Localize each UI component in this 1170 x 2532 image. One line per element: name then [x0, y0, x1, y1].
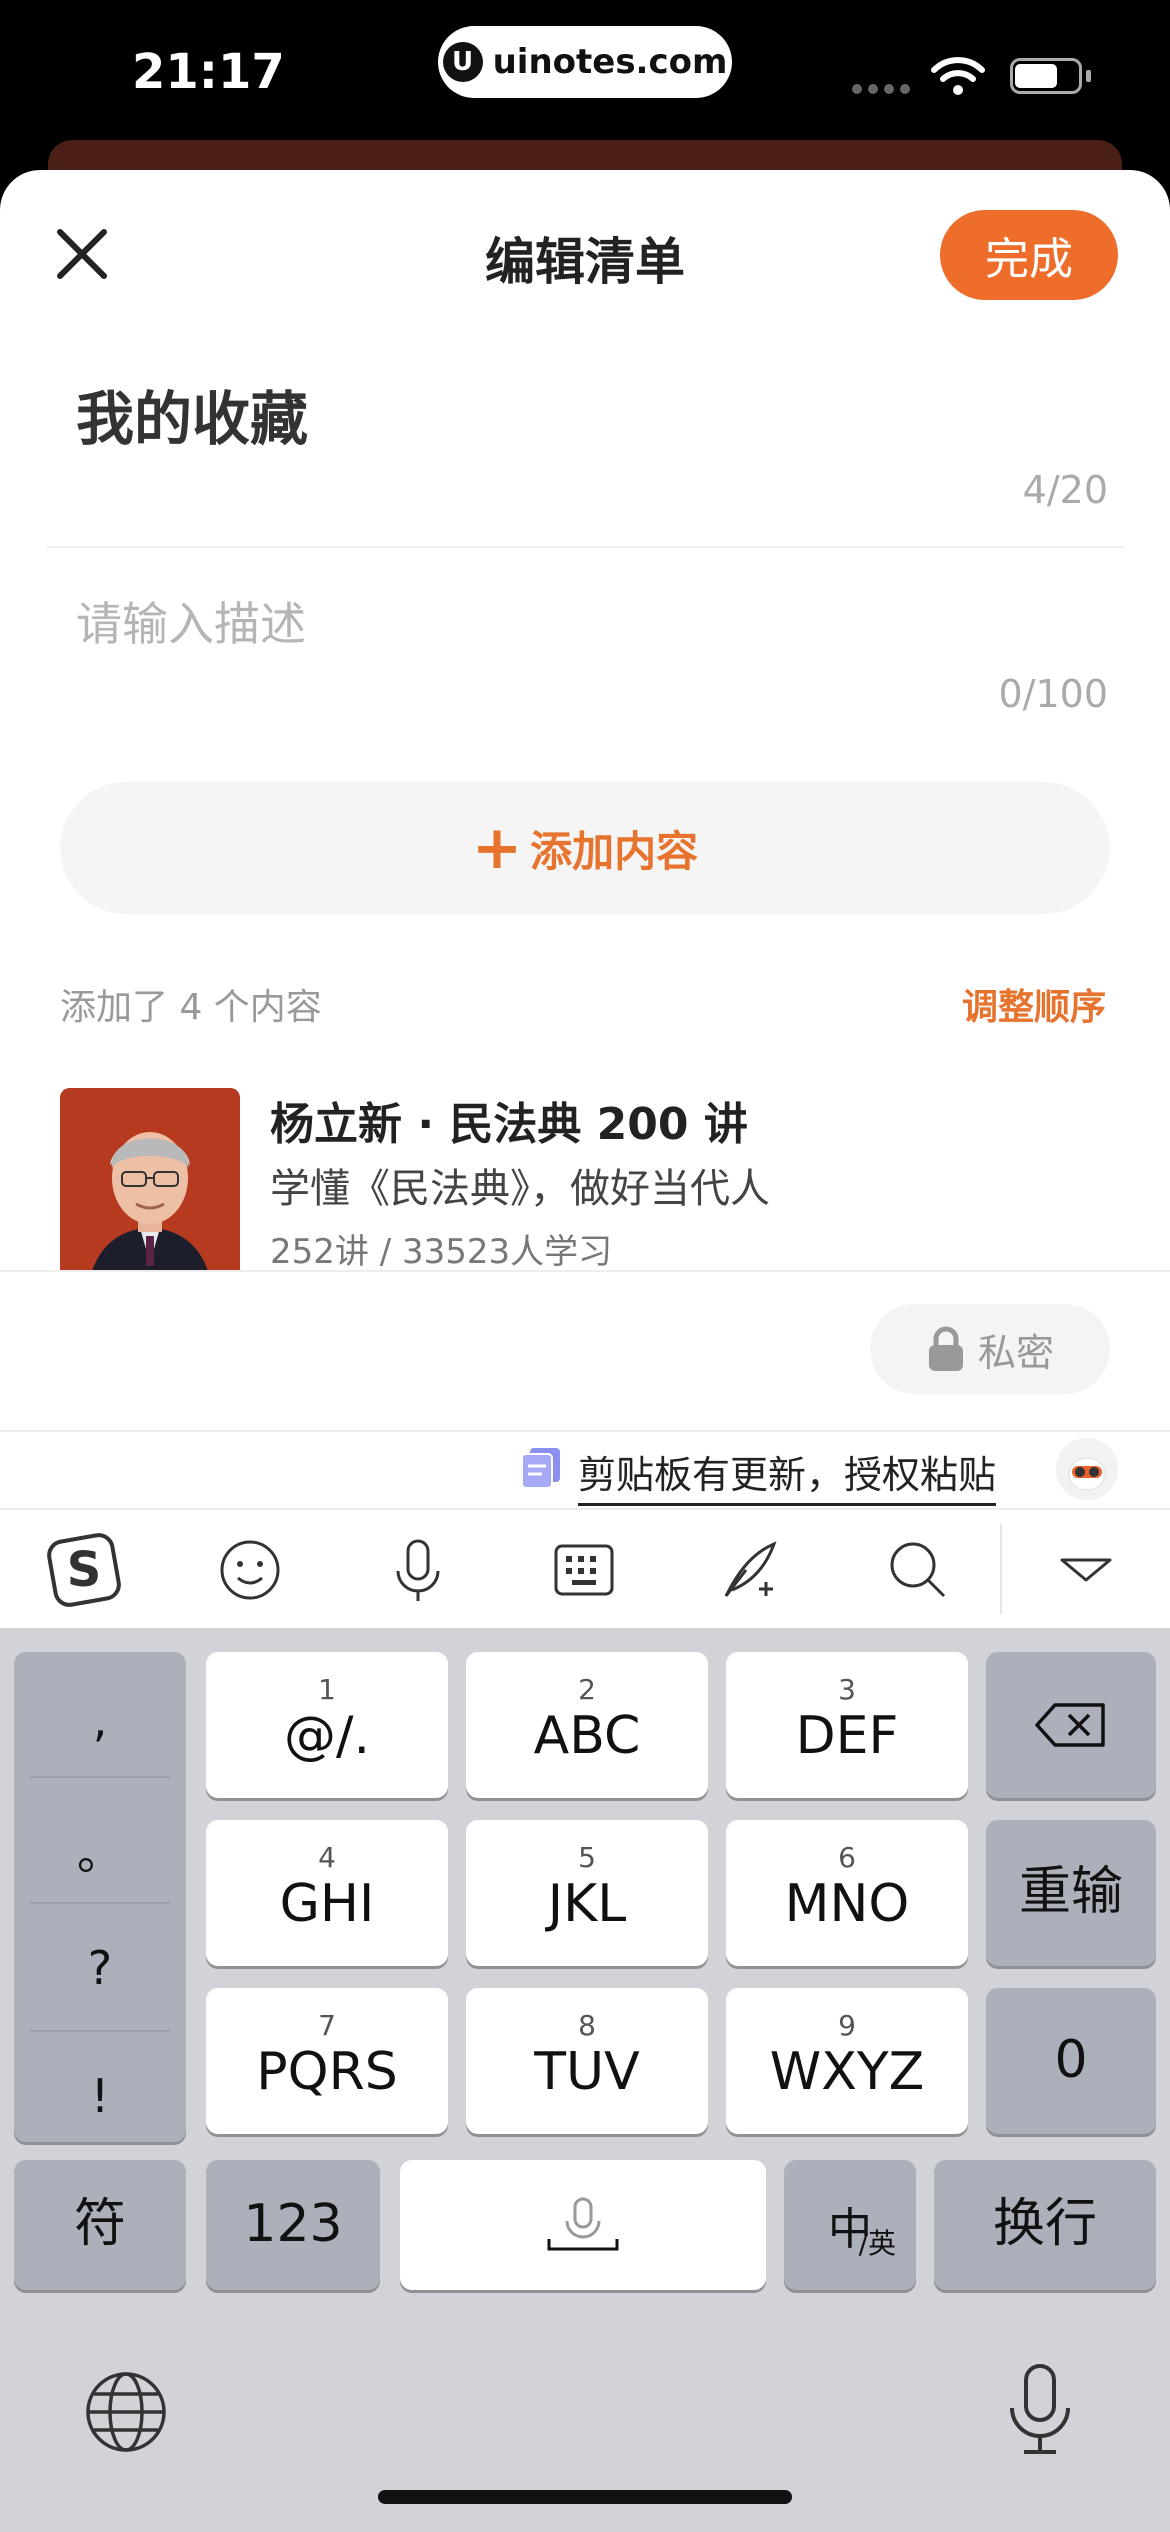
portrait-image: [60, 1088, 240, 1278]
svg-text:S: S: [67, 1542, 102, 1598]
key-number: 9: [838, 2009, 856, 2043]
key-label: @/.: [283, 1706, 371, 1767]
symbols-key[interactable]: 符: [14, 2160, 186, 2290]
microphone-icon[interactable]: [378, 1530, 458, 1610]
key-number: 2: [578, 1673, 596, 1707]
punct-separator: [30, 2030, 170, 2032]
punct-separator: [30, 1902, 170, 1904]
clipboard-icon: [521, 1448, 560, 1489]
emoji-icon[interactable]: [210, 1530, 290, 1610]
key-label: ABC: [533, 1706, 641, 1767]
punct-key-question[interactable]: ?: [14, 1908, 186, 2028]
newline-key[interactable]: 换行: [934, 2160, 1156, 2290]
description-char-count: 0/100: [998, 672, 1108, 716]
key-label: DEF: [795, 1706, 899, 1767]
home-indicator: [378, 2490, 792, 2504]
handwriting-icon[interactable]: [710, 1530, 790, 1610]
backspace-icon: [1035, 1703, 1105, 1747]
key-0[interactable]: 0: [986, 1988, 1156, 2134]
keyboard-icon[interactable]: [544, 1530, 624, 1610]
added-count-text: 添加了 4 个内容: [60, 987, 322, 1028]
key-4[interactable]: 4 GHI: [206, 1820, 448, 1966]
description-input[interactable]: 请输入描述: [76, 588, 306, 654]
globe-icon[interactable]: [84, 2370, 168, 2454]
key-label: MNO: [784, 1874, 910, 1935]
key-label: 符: [73, 2194, 126, 2255]
cellular-signal-icon: [852, 84, 910, 94]
key-9[interactable]: 9 WXYZ: [726, 1988, 968, 2134]
space-mic-icon: [547, 2197, 619, 2251]
status-time: 21:17: [132, 44, 285, 100]
key-2[interactable]: 2 ABC: [466, 1652, 708, 1798]
key-number: 6: [838, 1841, 856, 1875]
item-stats: 252讲 / 33523人学习: [270, 1232, 613, 1272]
key-number: 4: [318, 1841, 336, 1875]
punct-key-comma[interactable]: ,: [14, 1660, 186, 1780]
key-number: 1: [318, 1673, 336, 1707]
key-number: 7: [318, 2009, 336, 2043]
privacy-toggle[interactable]: 私密: [870, 1304, 1110, 1394]
key-label: 重输: [1018, 1862, 1123, 1923]
key-number: 3: [838, 1673, 856, 1707]
punct-key-exclaim[interactable]: !: [14, 2036, 186, 2156]
punct-separator: [30, 1776, 170, 1778]
add-content-label: 添加内容: [530, 826, 699, 876]
key-label: 0: [1054, 2030, 1088, 2091]
mascot-icon[interactable]: [1056, 1438, 1118, 1500]
language-switch-key[interactable]: 中 /英: [784, 2160, 916, 2290]
key-5[interactable]: 5 JKL: [466, 1820, 708, 1966]
key-7[interactable]: 7 PQRS: [206, 1988, 448, 2134]
battery-level: [1015, 64, 1057, 88]
key-label: GHI: [279, 1874, 375, 1935]
key-label: TUV: [534, 2042, 640, 2103]
numbers-key[interactable]: 123: [206, 2160, 380, 2290]
reenter-key[interactable]: 重输: [986, 1820, 1156, 1966]
key-label: 换行: [992, 2194, 1097, 2255]
search-icon[interactable]: [878, 1530, 958, 1610]
battery-tip: [1086, 70, 1091, 82]
item-thumbnail[interactable]: [60, 1088, 240, 1278]
space-key[interactable]: [400, 2160, 766, 2290]
sogou-logo-icon[interactable]: S: [44, 1530, 124, 1610]
key-1[interactable]: 1 @/.: [206, 1652, 448, 1798]
lock-icon: [928, 1326, 963, 1371]
url-text: uinotes.com: [492, 42, 728, 82]
key-label: JKL: [547, 1874, 627, 1935]
key-number: 5: [578, 1841, 596, 1875]
key-6[interactable]: 6 MNO: [726, 1820, 968, 1966]
key-3[interactable]: 3 DEF: [726, 1652, 968, 1798]
key-label: PQRS: [256, 2042, 398, 2103]
key-number: 8: [578, 2009, 596, 2043]
site-logo-icon: U: [442, 42, 483, 82]
wifi-icon: [931, 57, 985, 95]
collapse-icon[interactable]: [1046, 1530, 1126, 1610]
title-char-count: 4/20: [1022, 468, 1108, 512]
add-content-button[interactable]: + 添加内容: [60, 782, 1110, 914]
clipboard-paste-link[interactable]: 剪贴板有更新，授权粘贴: [578, 1444, 997, 1506]
reorder-button[interactable]: 调整顺序: [962, 978, 1106, 1030]
key-label: 123: [243, 2194, 343, 2255]
lang-sub: /英: [858, 2227, 896, 2260]
backspace-key[interactable]: [986, 1652, 1156, 1798]
item-title[interactable]: 杨立新 · 民法典 200 讲: [270, 1088, 748, 1152]
done-button[interactable]: 完成: [940, 210, 1118, 300]
list-title-input[interactable]: 我的收藏: [76, 372, 308, 456]
privacy-label: 私密: [977, 1330, 1054, 1375]
punct-key-period[interactable]: 。: [14, 1790, 186, 1910]
toolbar-separator: [1000, 1524, 1002, 1614]
plus-icon: +: [471, 813, 523, 883]
divider: [46, 546, 1124, 548]
url-pill[interactable]: U uinotes.com: [438, 26, 732, 98]
key-8[interactable]: 8 TUV: [466, 1988, 708, 2134]
item-description: 学懂《民法典》，做好当代人: [270, 1166, 770, 1212]
key-label: WXYZ: [769, 2042, 925, 2103]
dictation-microphone-icon[interactable]: [1000, 2360, 1080, 2460]
